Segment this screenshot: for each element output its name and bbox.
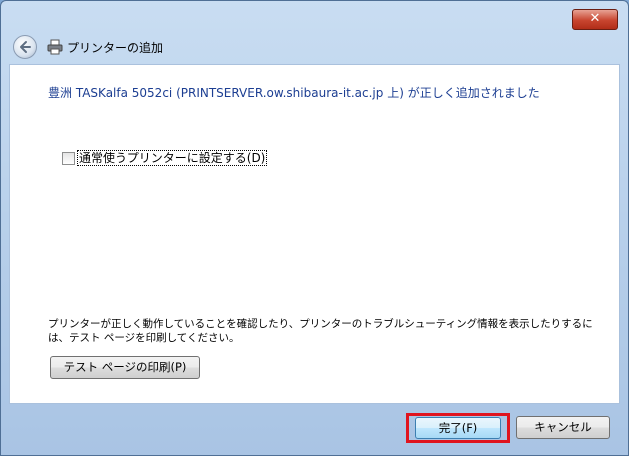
cancel-button[interactable]: キャンセル [516, 416, 610, 439]
wizard-title: プリンターの追加 [67, 41, 164, 55]
default-printer-checkbox[interactable] [62, 152, 75, 165]
print-test-page-button[interactable]: テスト ページの印刷(P) [50, 356, 200, 379]
add-printer-window: ✕ プリンターの追加 豊洲 TASKalfa 5052ci (PRINTSERV… [0, 0, 629, 456]
wizard-content: 豊洲 TASKalfa 5052ci (PRINTSERVER.ow.shiba… [9, 64, 620, 404]
printer-icon [47, 39, 63, 55]
wizard-header: プリンターの追加 [9, 33, 620, 61]
success-headline: 豊洲 TASKalfa 5052ci (PRINTSERVER.ow.shiba… [48, 86, 540, 100]
finish-button[interactable]: 完了(F) [415, 417, 501, 439]
close-button[interactable]: ✕ [572, 9, 618, 30]
back-arrow-icon [20, 41, 31, 53]
test-page-description: プリンターが正しく動作していることを確認したり、プリンターのトラブルシューティン… [48, 318, 593, 344]
default-printer-label[interactable]: 通常使うプリンターに設定する(D) [77, 150, 268, 166]
close-icon: ✕ [589, 11, 601, 26]
finish-button-highlight: 完了(F) [406, 413, 510, 443]
back-button[interactable] [13, 35, 37, 59]
